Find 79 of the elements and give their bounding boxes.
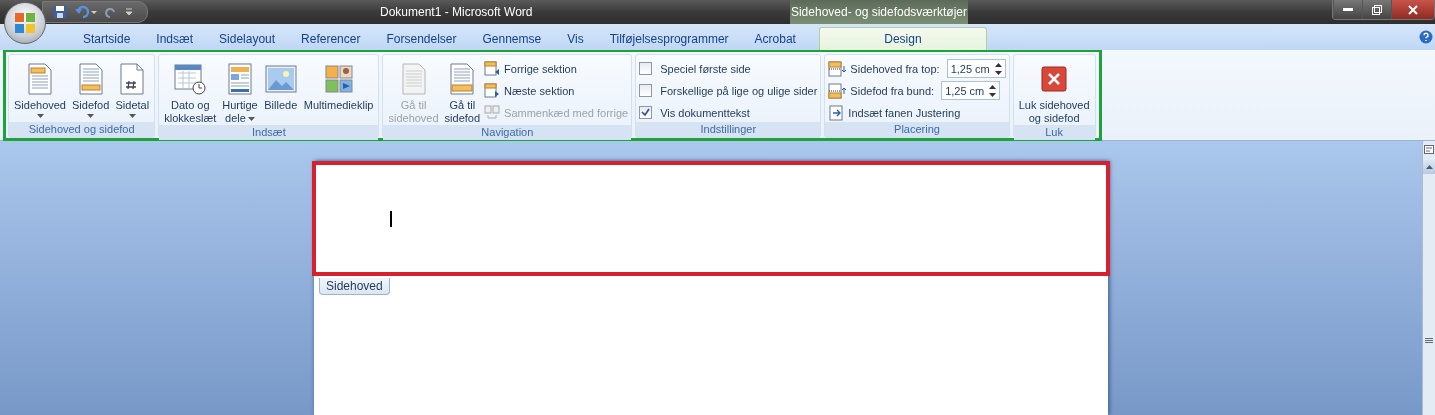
header-tag: Sidehoved [319, 278, 390, 295]
header-page-icon [27, 63, 53, 95]
checkbox[interactable] [639, 106, 653, 119]
help-icon[interactable] [1419, 30, 1433, 44]
group-label: Luk [1013, 125, 1095, 140]
scroll-up-button[interactable] [1423, 160, 1435, 174]
footer-position-icon [828, 82, 847, 99]
minimize-icon [1343, 7, 1353, 12]
office-logo-icon [14, 12, 36, 34]
group-label: Indsæt [159, 125, 379, 140]
ribbon-tab[interactable]: Tilføjelsesprogrammer [596, 28, 742, 50]
link-pages-icon [484, 104, 501, 121]
window-title: Dokument1 - Microsoft Word [380, 5, 534, 19]
ribbon-tab[interactable]: Design [818, 27, 987, 50]
minimize-button[interactable] [1333, 0, 1362, 19]
ribbon-tab[interactable]: Referencer [288, 28, 374, 50]
group-label: Indstillinger [636, 122, 821, 137]
close-button[interactable] [1391, 0, 1434, 19]
calendar-clock-icon [174, 63, 207, 95]
checkbox-label[interactable]: Forskellige på lige og ulige sider [660, 84, 818, 97]
ribbon-button[interactable]: Luk sidehoved og sidefod [1016, 57, 1092, 125]
group-label: Navigation [383, 125, 632, 140]
picture-icon [264, 63, 297, 95]
checkmark-icon [641, 108, 651, 117]
ribbon-button[interactable]: Sidetal [113, 57, 152, 118]
ribbon-tab[interactable]: Sidelayout [206, 28, 289, 50]
page-number-icon [119, 63, 146, 95]
close-icon [1408, 4, 1418, 15]
checkbox-label[interactable]: Speciel første side [660, 62, 751, 75]
close-icon [1041, 66, 1068, 92]
checkbox[interactable] [639, 62, 653, 75]
restore-button[interactable] [1362, 0, 1391, 19]
checkbox[interactable] [639, 84, 653, 97]
ribbon-tab[interactable]: Indsæt [143, 28, 207, 50]
spin-arrows-icon [994, 62, 1002, 75]
ribbon-button[interactable]: Sidehoved [12, 57, 68, 118]
up-arrow-icon [1425, 165, 1433, 169]
group-label: Sidehoved og sidefod [9, 122, 155, 137]
scrollbar[interactable] [1422, 141, 1435, 415]
goto-footer-icon [449, 63, 476, 95]
spinner-label: Sidehoved fra top: [850, 62, 940, 75]
previous-section-icon [484, 60, 501, 77]
restore-icon [1372, 4, 1382, 15]
ribbon-tab[interactable]: Startside [70, 28, 144, 50]
contextual-tools-title: Sidehoved- og sidefodsværktøjer [790, 0, 968, 24]
scroll-grip-icon [1425, 338, 1433, 344]
undo-icon[interactable] [75, 5, 97, 19]
ribbon-button[interactable]: Billede [261, 57, 300, 112]
ribbon-tab[interactable]: Vis [554, 28, 597, 50]
ruler-toggle-icon[interactable] [1424, 145, 1434, 154]
insert-tab-icon [828, 104, 845, 121]
ribbon-button[interactable]: Hurtige dele [220, 57, 260, 125]
ribbon-button[interactable]: Sidefod [70, 57, 112, 118]
checkbox-label[interactable]: Vis dokumenttekst [660, 106, 750, 119]
header-position-icon [828, 60, 847, 77]
ribbon-button[interactable]: Næste sektion [484, 81, 629, 100]
ribbon-tab[interactable]: Acrobat [741, 28, 809, 50]
save-icon[interactable] [53, 5, 67, 19]
customize-caret-icon[interactable] [125, 8, 133, 16]
text-cursor [390, 210, 392, 227]
ribbon-button[interactable]: Multimedieklip [301, 57, 376, 112]
redo-icon[interactable] [105, 5, 117, 19]
goto-header-icon [400, 63, 427, 95]
group-label: Placering [825, 122, 1009, 137]
spin-arrows-icon [989, 84, 997, 97]
header-area[interactable] [312, 161, 1110, 276]
ribbon-button[interactable]: Indsæt fanen Justering [828, 103, 1006, 122]
spinner-field[interactable]: 1,25 cm [946, 59, 1006, 78]
quick-parts-icon [227, 63, 253, 95]
ribbon-tab[interactable]: Forsendelser [373, 28, 470, 50]
ribbon-button[interactable]: Gå til sidefod [442, 57, 483, 125]
spinner-field[interactable]: 1,25 cm [941, 81, 1001, 100]
spinner-label: Sidefod fra bund: [850, 84, 935, 97]
ribbon-button[interactable]: Dato og klokkeslæt [162, 57, 219, 125]
footer-page-icon [77, 63, 104, 95]
ribbon-tab[interactable]: Gennemse [469, 28, 555, 50]
ribbon-button[interactable]: Forrige sektion [484, 59, 629, 78]
media-clips-icon [324, 65, 353, 93]
next-section-icon [484, 82, 501, 99]
